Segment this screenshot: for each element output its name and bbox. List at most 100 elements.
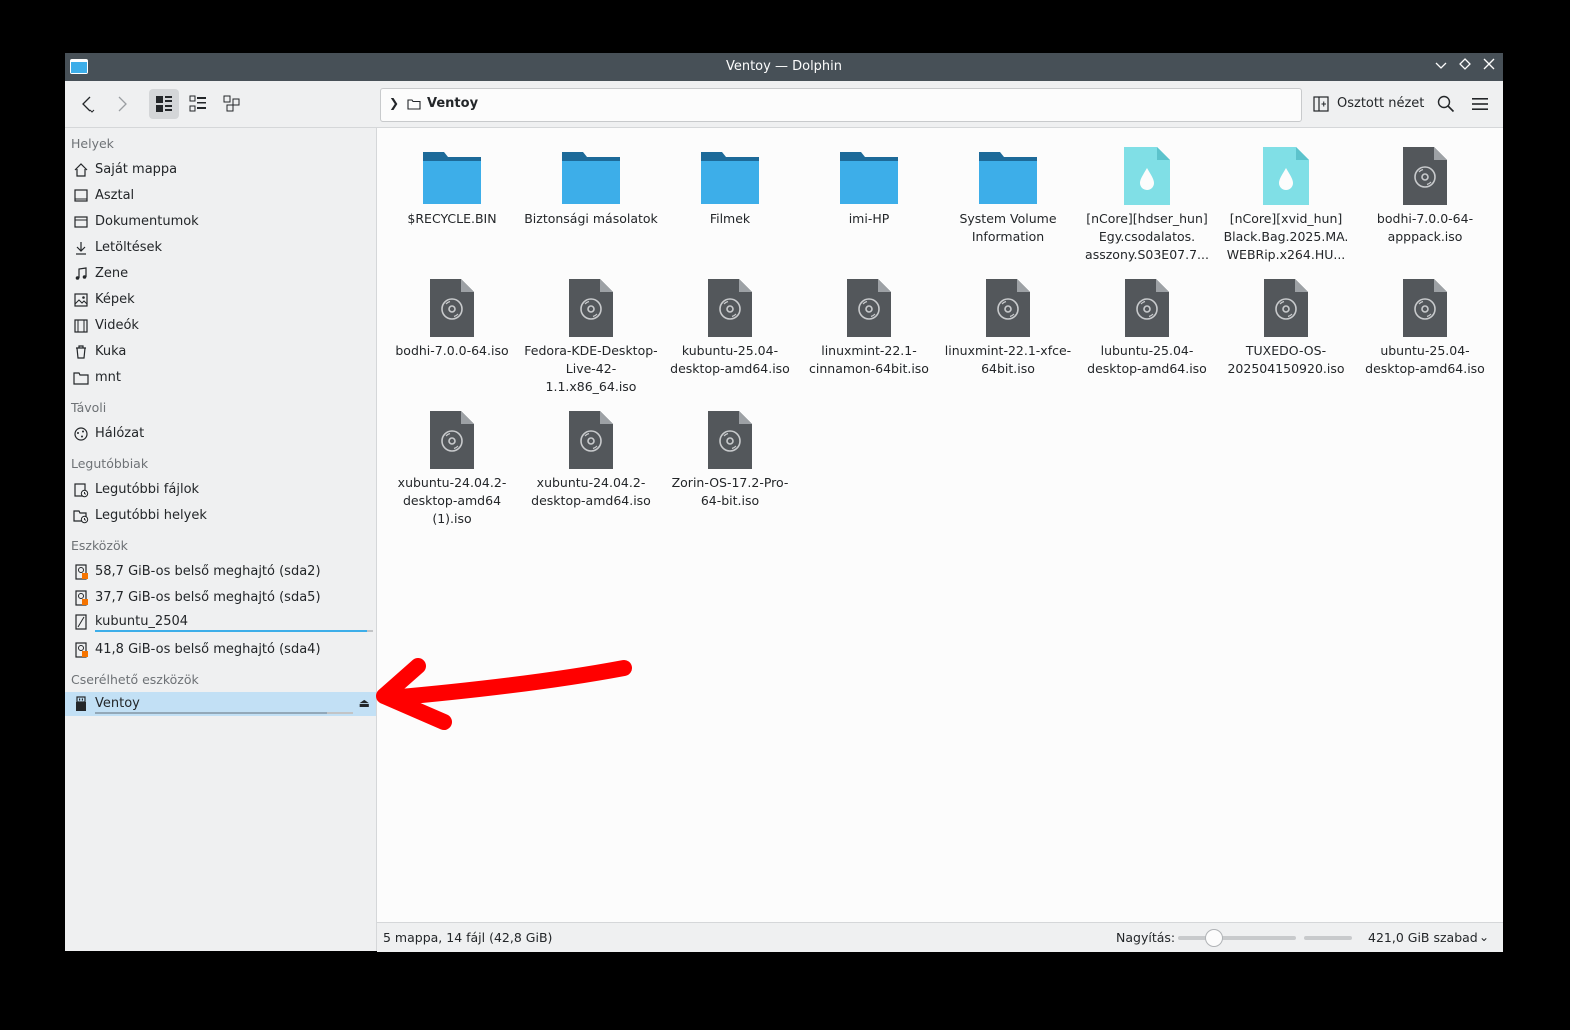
- disc-image-icon: [559, 406, 623, 470]
- folder-item[interactable]: imi-HP: [802, 134, 936, 228]
- close-button[interactable]: [1478, 56, 1500, 78]
- drive-icon: [73, 590, 89, 606]
- file-item[interactable]: bodhi-7.0.0-64-apppack.iso: [1358, 134, 1492, 246]
- sidebar-section-places: Helyek: [71, 136, 114, 151]
- file-item[interactable]: TUXEDO-OS-202504150920.iso: [1219, 266, 1353, 378]
- file-name: lubuntu-25.04-desktop-amd64.iso: [1087, 343, 1207, 376]
- split-view-button[interactable]: Osztott nézet: [1313, 89, 1424, 119]
- file-view[interactable]: $RECYCLE.BIN Biztonsági másolatok Filmek im…: [377, 128, 1503, 922]
- video-file-icon: [1115, 142, 1179, 206]
- disc-image-icon: [1254, 274, 1318, 338]
- title-bar[interactable]: Ventoy — Dolphin: [65, 53, 1503, 81]
- icons-view-button[interactable]: [149, 89, 179, 119]
- forward-button[interactable]: [107, 89, 137, 119]
- close-icon: [1483, 58, 1495, 70]
- sidebar-item-saj-t-mappa[interactable]: Saját mappa: [65, 158, 376, 182]
- breadcrumb-current[interactable]: Ventoy: [427, 96, 478, 111]
- file-item[interactable]: lubuntu-25.04-desktop-amd64.iso: [1080, 266, 1214, 378]
- folder-icon: [407, 99, 421, 110]
- folder-item[interactable]: System Volume Information: [941, 134, 1075, 246]
- minimize-button[interactable]: [1430, 56, 1452, 78]
- window-title: Ventoy — Dolphin: [725, 59, 843, 74]
- status-bar: 5 mappa, 14 fájl (42,8 GiB) Nagyítás: 42…: [377, 922, 1503, 952]
- sidebar-item-zene[interactable]: Zene: [65, 262, 376, 286]
- capacity-bar: [95, 630, 373, 632]
- chevron-down-icon[interactable]: ⌄: [1479, 930, 1489, 944]
- maximize-button[interactable]: [1454, 56, 1476, 78]
- sidebar-item-k-pek[interactable]: Képek: [65, 288, 376, 312]
- compact-view-button[interactable]: [217, 89, 247, 119]
- file-name: System Volume Information: [959, 211, 1057, 244]
- file-item[interactable]: Fedora-KDE-Desktop-Live-42-1.1.x86_64.is…: [524, 266, 658, 396]
- drive-icon: [73, 642, 89, 658]
- file-item[interactable]: linuxmint-22.1-cinnamon-64bit.iso: [802, 266, 936, 378]
- location-bar[interactable]: ❯ Ventoy: [380, 88, 1302, 122]
- sidebar-item-label: Letöltések: [95, 240, 163, 255]
- file-name: linuxmint-22.1-cinnamon-64bit.iso: [809, 343, 929, 376]
- search-button[interactable]: [1431, 89, 1461, 119]
- sidebar-item-label: Dokumentumok: [95, 214, 199, 229]
- eject-icon[interactable]: ⏏: [359, 696, 370, 710]
- file-item[interactable]: kubuntu-25.04-desktop-amd64.iso: [663, 266, 797, 378]
- sidebar-item-vide-k[interactable]: Videók: [65, 314, 376, 338]
- sidebar-item-h-l-zat[interactable]: Hálózat: [65, 422, 376, 446]
- file-item[interactable]: xubuntu-24.04.2-desktop-amd64.iso: [524, 398, 658, 510]
- sidebar-item-mnt[interactable]: mnt: [65, 366, 376, 390]
- folder-item[interactable]: Biztonsági másolatok: [524, 134, 658, 228]
- file-name: imi-HP: [848, 211, 890, 226]
- menu-button[interactable]: [1465, 89, 1495, 119]
- sidebar-item-dokumentumok[interactable]: Dokumentumok: [65, 210, 376, 234]
- folder-icon: [976, 142, 1040, 206]
- sidebar-section-recent: Legutóbbiak: [71, 456, 149, 471]
- drive-mounted-icon: [73, 614, 89, 630]
- zoom-slider-handle[interactable]: [1205, 929, 1224, 947]
- sidebar-item-label: kubuntu_2504: [95, 614, 189, 629]
- arrow-left-icon: [82, 96, 95, 113]
- free-space-bar: [1304, 936, 1352, 940]
- file-name: bodhi-7.0.0-64-apppack.iso: [1376, 211, 1474, 244]
- folder-item[interactable]: Filmek: [663, 134, 797, 228]
- sidebar-item-legut-bbi-helyek[interactable]: Legutóbbi helyek: [65, 504, 376, 528]
- drive-icon: [73, 564, 89, 580]
- sidebar-item-58-7-gib-os-bels-meghajt-sda2-[interactable]: 58,7 GiB-os belső meghajtó (sda2): [65, 560, 376, 584]
- sidebar-item-ventoy[interactable]: Ventoy ⏏: [65, 692, 376, 716]
- free-space-label[interactable]: 421,0 GiB szabad: [1368, 930, 1478, 945]
- file-item[interactable]: [nCore][hdser_hun] Egy.csodalatos. asszo…: [1080, 134, 1214, 264]
- folder-item[interactable]: $RECYCLE.BIN: [385, 134, 519, 228]
- file-name: xubuntu-24.04.2-desktop-amd64 (1).iso: [397, 475, 507, 526]
- diamond-icon: [1459, 58, 1471, 70]
- chevron-right-icon[interactable]: ❯: [389, 96, 399, 110]
- file-name: Fedora-KDE-Desktop-Live-42-1.1.x86_64.is…: [524, 343, 658, 394]
- details-view-button[interactable]: [183, 89, 213, 119]
- sidebar-item-let-lt-sek[interactable]: Letöltések: [65, 236, 376, 260]
- folder-icon: [837, 142, 901, 206]
- file-item[interactable]: bodhi-7.0.0-64.iso: [385, 266, 519, 360]
- folder-icon: [420, 142, 484, 206]
- disc-image-icon: [837, 274, 901, 338]
- back-button[interactable]: [73, 89, 103, 119]
- file-item[interactable]: Zorin-OS-17.2-Pro-64-bit.iso: [663, 398, 797, 510]
- details-view-icon: [189, 95, 206, 112]
- file-item[interactable]: linuxmint-22.1-xfce-64bit.iso: [941, 266, 1075, 378]
- zoom-slider[interactable]: [1178, 929, 1296, 947]
- recent-places-icon: [73, 508, 89, 524]
- split-view-icon: [1313, 96, 1329, 112]
- sidebar-item-asztal[interactable]: Asztal: [65, 184, 376, 208]
- sidebar-item-label: Ventoy: [95, 696, 140, 711]
- recent-files-icon: [73, 482, 89, 498]
- file-item[interactable]: ubuntu-25.04-desktop-amd64.iso: [1358, 266, 1492, 378]
- icons-view-icon: [156, 96, 172, 112]
- sidebar-item-41-8-gib-os-bels-meghajt-sda4-[interactable]: 41,8 GiB-os belső meghajtó (sda4): [65, 638, 376, 662]
- sidebar-section-devices: Eszközök: [71, 538, 128, 553]
- image-icon: [73, 292, 89, 308]
- sidebar-section-remote: Távoli: [71, 400, 107, 415]
- folder-icon: [559, 142, 623, 206]
- sidebar-item-legut-bbi-f-jlok[interactable]: Legutóbbi fájlok: [65, 478, 376, 502]
- sidebar-item-kuka[interactable]: Kuka: [65, 340, 376, 364]
- file-name: TUXEDO-OS-202504150920.iso: [1227, 343, 1345, 376]
- video-file-icon: [1254, 142, 1318, 206]
- file-item[interactable]: [nCore][xvid_hun] Black.Bag.2025.MA. WEB…: [1219, 134, 1353, 264]
- sidebar-item-kubuntu-2504[interactable]: kubuntu_2504: [65, 610, 376, 634]
- file-item[interactable]: xubuntu-24.04.2-desktop-amd64 (1).iso: [385, 398, 519, 528]
- sidebar-item-37-7-gib-os-bels-meghajt-sda5-[interactable]: 37,7 GiB-os belső meghajtó (sda5): [65, 586, 376, 610]
